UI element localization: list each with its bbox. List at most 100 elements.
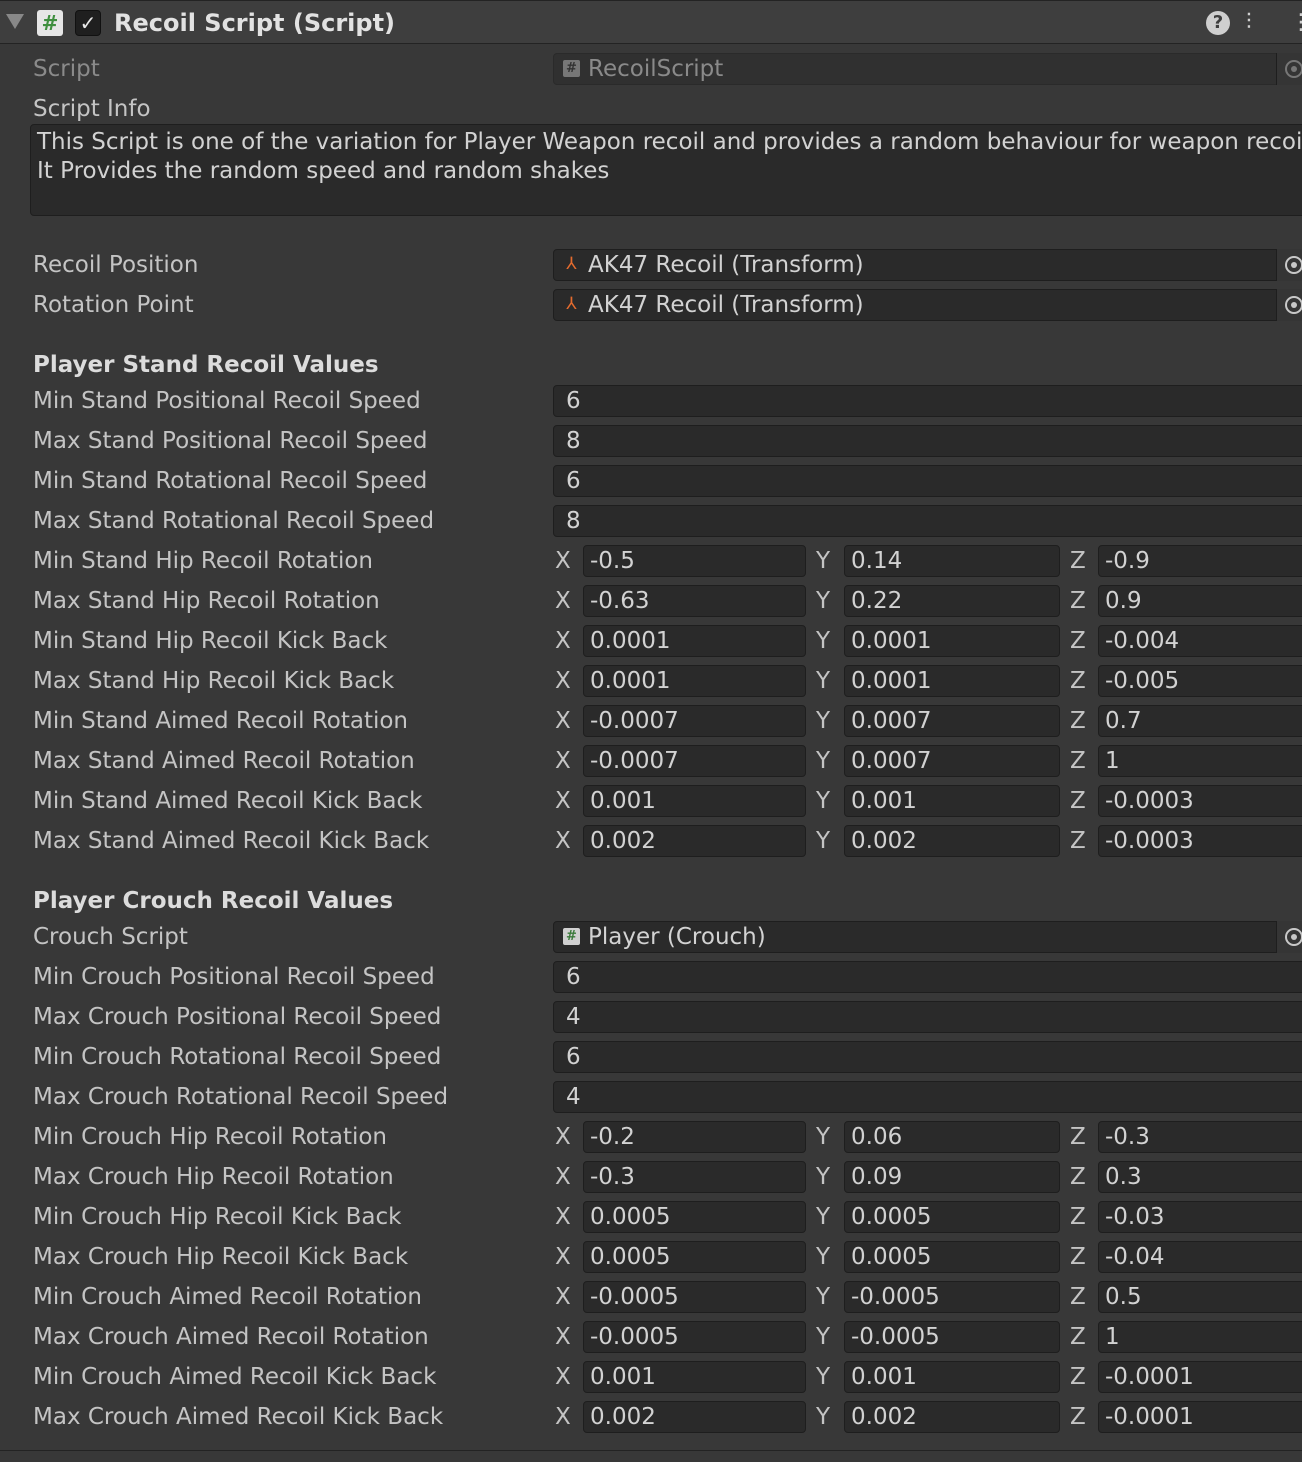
vector-x-field[interactable]: -0.3	[583, 1161, 806, 1193]
vector-y-field[interactable]: 0.0005	[844, 1241, 1060, 1273]
vector-z-field[interactable]: 0.9	[1098, 585, 1302, 617]
axis-z-label[interactable]: Z	[1070, 1397, 1086, 1437]
vector-x-field[interactable]: 0.0005	[583, 1241, 806, 1273]
kebab-menu-icon[interactable]: ⋮	[1290, 10, 1302, 36]
vector-z-field[interactable]: -0.04	[1098, 1241, 1302, 1273]
vector-y-field[interactable]: -0.0005	[844, 1321, 1060, 1353]
axis-y-label[interactable]: Y	[816, 581, 830, 621]
axis-z-label[interactable]: Z	[1070, 1197, 1086, 1237]
axis-y-label[interactable]: Y	[816, 781, 830, 821]
vector-y-field[interactable]: 0.06	[844, 1121, 1060, 1153]
axis-x-label[interactable]: X	[555, 1157, 571, 1197]
axis-z-label[interactable]: Z	[1070, 821, 1086, 861]
axis-y-label[interactable]: Y	[816, 701, 830, 741]
axis-x-label[interactable]: X	[555, 581, 571, 621]
float-field[interactable]: 6	[553, 385, 1302, 417]
vector-y-field[interactable]: 0.001	[844, 785, 1060, 817]
foldout-arrow-icon[interactable]	[6, 14, 24, 29]
axis-y-label[interactable]: Y	[816, 1197, 830, 1237]
float-field[interactable]: 6	[553, 1041, 1302, 1073]
vector-x-field[interactable]: -0.63	[583, 585, 806, 617]
float-field[interactable]: 4	[553, 1001, 1302, 1033]
axis-x-label[interactable]: X	[555, 621, 571, 661]
vector-z-field[interactable]: -0.0003	[1098, 785, 1302, 817]
axis-y-label[interactable]: Y	[816, 1157, 830, 1197]
vector-y-field[interactable]: 0.0001	[844, 665, 1060, 697]
vector-x-field[interactable]: -0.0005	[583, 1321, 806, 1353]
vector-x-field[interactable]: -0.2	[583, 1121, 806, 1153]
axis-x-label[interactable]: X	[555, 1357, 571, 1397]
vector-x-field[interactable]: 0.0001	[583, 665, 806, 697]
vector-x-field[interactable]: 0.0001	[583, 625, 806, 657]
vector-y-field[interactable]: 0.0005	[844, 1201, 1060, 1233]
axis-y-label[interactable]: Y	[816, 821, 830, 861]
vector-y-field[interactable]: 0.09	[844, 1161, 1060, 1193]
axis-z-label[interactable]: Z	[1070, 1237, 1086, 1277]
axis-y-label[interactable]: Y	[816, 1277, 830, 1317]
vector-x-field[interactable]: -0.0005	[583, 1281, 806, 1313]
float-field[interactable]: 8	[553, 425, 1302, 457]
axis-x-label[interactable]: X	[555, 541, 571, 581]
axis-y-label[interactable]: Y	[816, 1237, 830, 1277]
axis-y-label[interactable]: Y	[816, 541, 830, 581]
float-field[interactable]: 6	[553, 465, 1302, 497]
axis-z-label[interactable]: Z	[1070, 581, 1086, 621]
axis-z-label[interactable]: Z	[1070, 781, 1086, 821]
float-field[interactable]: 6	[553, 961, 1302, 993]
axis-z-label[interactable]: Z	[1070, 701, 1086, 741]
axis-z-label[interactable]: Z	[1070, 1357, 1086, 1397]
vector-y-field[interactable]: 0.0007	[844, 705, 1060, 737]
vector-x-field[interactable]: 0.002	[583, 825, 806, 857]
script-info-textarea[interactable]: This Script is one of the variation for …	[30, 124, 1302, 216]
transform-field[interactable]: ⅄ AK47 Recoil (Transform)	[553, 289, 1302, 321]
vector-x-field[interactable]: -0.5	[583, 545, 806, 577]
object-picker-icon[interactable]	[1276, 249, 1302, 281]
vector-x-field[interactable]: -0.0007	[583, 745, 806, 777]
vector-z-field[interactable]: -0.005	[1098, 665, 1302, 697]
axis-y-label[interactable]: Y	[816, 1117, 830, 1157]
presets-sliders-icon[interactable]: ⫶	[1246, 10, 1252, 36]
axis-z-label[interactable]: Z	[1070, 1157, 1086, 1197]
axis-x-label[interactable]: X	[555, 1237, 571, 1277]
vector-z-field[interactable]: 1	[1098, 745, 1302, 777]
axis-z-label[interactable]: Z	[1070, 1277, 1086, 1317]
vector-y-field[interactable]: 0.001	[844, 1361, 1060, 1393]
axis-y-label[interactable]: Y	[816, 1357, 830, 1397]
axis-z-label[interactable]: Z	[1070, 741, 1086, 781]
vector-z-field[interactable]: 0.3	[1098, 1161, 1302, 1193]
axis-x-label[interactable]: X	[555, 1397, 571, 1437]
axis-y-label[interactable]: Y	[816, 741, 830, 781]
vector-x-field[interactable]: 0.002	[583, 1401, 806, 1433]
vector-z-field[interactable]: 1	[1098, 1321, 1302, 1353]
vector-y-field[interactable]: 0.002	[844, 825, 1060, 857]
axis-z-label[interactable]: Z	[1070, 621, 1086, 661]
vector-y-field[interactable]: 0.14	[844, 545, 1060, 577]
axis-x-label[interactable]: X	[555, 821, 571, 861]
vector-z-field[interactable]: 0.5	[1098, 1281, 1302, 1313]
axis-x-label[interactable]: X	[555, 1277, 571, 1317]
vector-z-field[interactable]: -0.0001	[1098, 1401, 1302, 1433]
vector-z-field[interactable]: -0.9	[1098, 545, 1302, 577]
vector-z-field[interactable]: -0.0001	[1098, 1361, 1302, 1393]
float-field[interactable]: 8	[553, 505, 1302, 537]
vector-x-field[interactable]: 0.0005	[583, 1201, 806, 1233]
help-icon[interactable]: ?	[1206, 11, 1230, 35]
axis-y-label[interactable]: Y	[816, 1317, 830, 1357]
object-picker-icon[interactable]	[1276, 289, 1302, 321]
axis-z-label[interactable]: Z	[1070, 1117, 1086, 1157]
vector-x-field[interactable]: -0.0007	[583, 705, 806, 737]
axis-x-label[interactable]: X	[555, 781, 571, 821]
axis-x-label[interactable]: X	[555, 1117, 571, 1157]
vector-x-field[interactable]: 0.001	[583, 785, 806, 817]
axis-y-label[interactable]: Y	[816, 1397, 830, 1437]
axis-x-label[interactable]: X	[555, 661, 571, 701]
vector-z-field[interactable]: -0.03	[1098, 1201, 1302, 1233]
vector-y-field[interactable]: -0.0005	[844, 1281, 1060, 1313]
enabled-checkbox[interactable]: ✓	[75, 10, 101, 36]
axis-z-label[interactable]: Z	[1070, 1317, 1086, 1357]
axis-y-label[interactable]: Y	[816, 621, 830, 661]
vector-y-field[interactable]: 0.22	[844, 585, 1060, 617]
axis-x-label[interactable]: X	[555, 1317, 571, 1357]
object-picker-icon[interactable]	[1276, 921, 1302, 953]
axis-x-label[interactable]: X	[555, 1197, 571, 1237]
